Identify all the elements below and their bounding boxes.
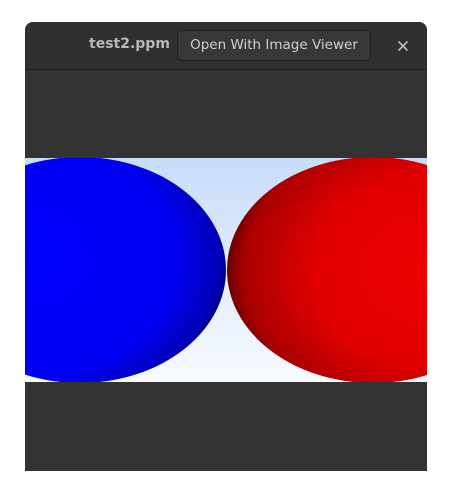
image-viewport bbox=[25, 70, 427, 471]
close-icon bbox=[398, 41, 408, 51]
header-bar: test2.ppm Open With Image Viewer bbox=[25, 22, 427, 70]
close-button[interactable] bbox=[391, 34, 415, 58]
rendered-image bbox=[25, 158, 427, 382]
open-with-image-viewer-button[interactable]: Open With Image Viewer bbox=[177, 30, 371, 61]
file-title: test2.ppm bbox=[89, 36, 170, 52]
image-preview-window: test2.ppm Open With Image Viewer bbox=[25, 22, 427, 471]
